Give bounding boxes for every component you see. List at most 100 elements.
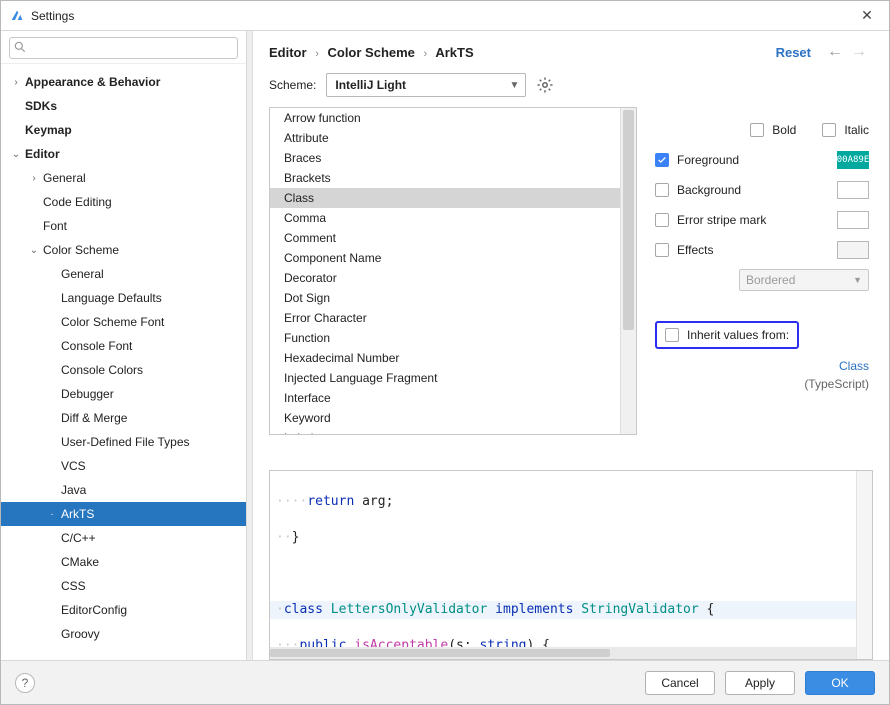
effects-swatch[interactable] [837,241,869,259]
attribute-item[interactable]: Decorator [270,268,620,288]
tree-item[interactable]: ·CMake [1,550,246,574]
tree-item[interactable]: ·Debugger [1,382,246,406]
attribute-item[interactable]: Interface [270,388,620,408]
spacer-icon: · [27,221,41,232]
tree-item-label: Console Font [59,339,132,353]
cancel-button[interactable]: Cancel [645,671,715,695]
attribute-item[interactable]: Label [270,428,620,434]
attribute-item[interactable]: Error Character [270,308,620,328]
spacer-icon: · [45,413,59,424]
tree-item-label: Color Scheme Font [59,315,164,329]
attribute-list-body[interactable]: Arrow functionAttributeBracesBracketsCla… [270,108,620,434]
tree-item-label: Keymap [23,123,72,137]
attribute-item[interactable]: Attribute [270,128,620,148]
scrollbar-vertical[interactable] [856,471,872,659]
attribute-item[interactable]: Keyword [270,408,620,428]
inherit-link[interactable]: Class [839,359,869,373]
effects-type-select[interactable]: Bordered ▼ [739,269,869,291]
breadcrumb-part[interactable]: Editor [269,45,307,60]
tree-item-label: Color Scheme [41,243,119,257]
error-stripe-checkbox[interactable] [655,213,669,227]
italic-checkbox[interactable] [822,123,836,137]
attribute-item[interactable]: Class [270,188,620,208]
ok-button[interactable]: OK [805,671,875,695]
tree-item[interactable]: ·General [1,262,246,286]
search-input[interactable] [9,37,238,59]
chevron-down-icon: ⌄ [9,149,23,160]
attribute-item[interactable]: Brackets [270,168,620,188]
tree-item[interactable]: ⌄Color Scheme [1,238,246,262]
code-area[interactable]: ····return arg; ··} ·class LettersOnlyVa… [270,471,856,659]
attribute-item[interactable]: Injected Language Fragment [270,368,620,388]
tree-item[interactable]: ·VCS [1,454,246,478]
tree-item[interactable]: ·SDKs [1,94,246,118]
tree-item-label: SDKs [23,99,57,113]
attribute-item[interactable]: Function [270,328,620,348]
tree-item-label: ArkTS [59,507,94,521]
background-swatch[interactable] [837,181,869,199]
scrollbar-vertical[interactable] [620,108,636,434]
chevron-right-icon: › [27,173,41,184]
inherit-checkbox[interactable] [665,328,679,342]
attribute-item[interactable]: Component Name [270,248,620,268]
tree-item[interactable]: ⌄Editor [1,142,246,166]
tree-item[interactable]: ·Color Scheme Font [1,310,246,334]
close-icon[interactable]: ✕ [853,7,881,24]
settings-tree[interactable]: ›Appearance & Behavior·SDKs·Keymap⌄Edito… [1,64,246,660]
scrollbar-thumb[interactable] [623,110,634,330]
spacer-icon: · [9,125,23,136]
code-preview: ····return arg; ··} ·class LettersOnlyVa… [269,470,873,660]
attribute-item[interactable]: Braces [270,148,620,168]
tree-item[interactable]: ·Code Editing [1,190,246,214]
attribute-list: Arrow functionAttributeBracesBracketsCla… [269,107,637,435]
tree-item[interactable]: ·Console Font [1,334,246,358]
tree-item-label: Appearance & Behavior [23,75,160,89]
tree-item[interactable]: ·Console Colors [1,358,246,382]
background-checkbox[interactable] [655,183,669,197]
scheme-select[interactable]: IntelliJ Light ▼ [326,73,526,97]
attribute-item[interactable]: Dot Sign [270,288,620,308]
search-icon [13,40,27,54]
tree-item[interactable]: ·User-Defined File Types [1,430,246,454]
main-panel: Editor › Color Scheme › ArkTS Reset ← → … [253,31,889,660]
tree-item[interactable]: ›Appearance & Behavior [1,70,246,94]
attribute-item[interactable]: Comment [270,228,620,248]
tree-item[interactable]: ·C/C++ [1,526,246,550]
back-icon[interactable]: ← [823,43,847,61]
reset-button[interactable]: Reset [776,45,811,60]
tree-item-label: Java [59,483,86,497]
attribute-item[interactable]: Arrow function [270,108,620,128]
apply-button[interactable]: Apply [725,671,795,695]
tree-item[interactable]: ·Java [1,478,246,502]
tree-item[interactable]: ·Diff & Merge [1,406,246,430]
tree-item[interactable]: ·Language Defaults [1,286,246,310]
bold-checkbox[interactable] [750,123,764,137]
attribute-item[interactable]: Comma [270,208,620,228]
foreground-checkbox[interactable] [655,153,669,167]
properties-panel: Bold Italic Foreground 00A89E [637,107,873,460]
foreground-swatch[interactable]: 00A89E [837,151,869,169]
tree-item-label: EditorConfig [59,603,127,617]
error-stripe-swatch[interactable] [837,211,869,229]
gear-icon[interactable] [536,76,554,94]
breadcrumb-part[interactable]: Color Scheme [327,45,414,60]
tree-item[interactable]: ·Keymap [1,118,246,142]
tree-item[interactable]: ·EditorConfig [1,598,246,622]
scrollbar-horizontal[interactable] [270,647,856,659]
forward-icon[interactable]: → [847,43,871,61]
spacer-icon: · [45,557,59,568]
scrollbar-thumb[interactable] [270,649,610,657]
inherit-label: Inherit values from: [687,328,789,342]
effects-checkbox[interactable] [655,243,669,257]
tree-item[interactable]: ·ArkTS [1,502,246,526]
tree-item-label: CMake [59,555,99,569]
tree-item[interactable]: ›General [1,166,246,190]
tree-item[interactable]: ·Font [1,214,246,238]
help-icon[interactable]: ? [15,673,35,693]
attribute-item[interactable]: Hexadecimal Number [270,348,620,368]
tree-item-label: Font [41,219,67,233]
tree-item[interactable]: ·Groovy [1,622,246,646]
tree-item[interactable]: ·CSS [1,574,246,598]
spacer-icon: · [45,437,59,448]
foreground-label: Foreground [677,153,739,167]
